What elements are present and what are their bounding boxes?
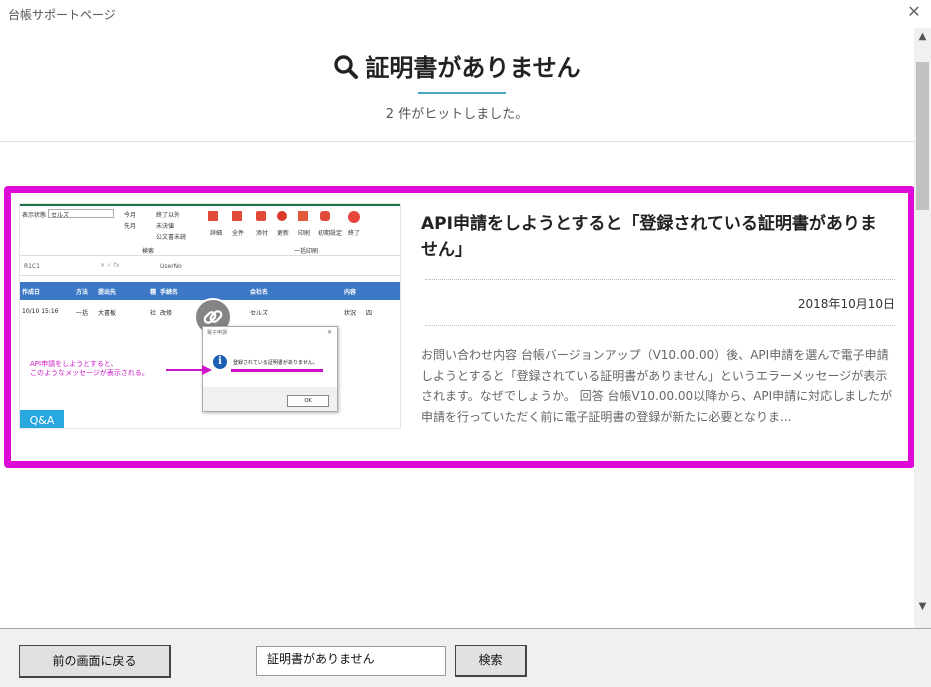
thumb-dialog: 電子申請 ✕ i 登録されている証明書がありません。 OK <box>202 326 338 412</box>
back-button[interactable]: 前の画面に戻る <box>19 645 171 678</box>
thumb-ribbon-icon <box>277 211 287 221</box>
thumb-ribbon-icon <box>208 211 218 221</box>
thumb-cell: 改修 <box>160 310 173 317</box>
search-heading: 証明書がありません <box>0 48 914 83</box>
thumb-col: 方法 <box>76 289 89 296</box>
thumb-ribbon-label-right: 一括印刷 <box>294 248 319 255</box>
thumb-cell: 一括 <box>76 310 89 317</box>
thumb-formula-bar: R1C1 ✕ ✓ fx UserNo <box>20 260 400 276</box>
thumb-display-value: セルズ <box>48 209 114 219</box>
thumb-ribbon-icon <box>320 211 330 221</box>
search-icon <box>334 55 359 79</box>
thumb-ribbon: 表示状態 セルズ 今月 先月 終了以外 未決値 公文書未読 検索 一括印刷 詳細… <box>20 204 400 256</box>
heading-underline <box>418 92 506 94</box>
arrow-icon <box>166 365 212 375</box>
thumb-col: 手続名 <box>160 289 179 296</box>
thumb-ribbon-btn: 印刷 <box>298 230 311 237</box>
thumb-dialog-ok: OK <box>287 395 329 407</box>
thumb-ribbon-g2-c: 公文書未読 <box>156 234 187 241</box>
search-input[interactable]: 証明書がありません <box>256 646 446 676</box>
thumb-display-state: 表示状態 <box>22 212 47 219</box>
thumb-annotation: API申請をしようとすると、 このようなメッセージが表示される。 <box>30 360 149 378</box>
result-excerpt: お問い合わせ内容 台帳バージョンアップ（V10.00.00）後、API申請を選ん… <box>421 348 893 424</box>
title-bar: 台帳サポートページ ✕ <box>0 0 931 28</box>
search-header: 証明書がありません 2 件がヒットしました。 <box>0 28 914 142</box>
thumb-annotation-line2: このようなメッセージが表示される。 <box>30 369 149 377</box>
scroll-down-icon[interactable]: ▼ <box>914 598 931 615</box>
thumb-col: 種 <box>150 289 157 296</box>
qa-badge: Q&A <box>20 410 64 428</box>
main-content: 証明書がありません 2 件がヒットしました。 表示状態 セルズ 今月 先月 終了… <box>0 28 914 628</box>
thumb-cell: セルズ <box>250 310 269 317</box>
hit-count: 2 件がヒットしました。 <box>385 107 529 122</box>
thumb-col: 内容 <box>344 289 357 296</box>
thumb-dialog-close-icon: ✕ <box>326 329 332 336</box>
thumb-ribbon-icon <box>232 211 242 221</box>
result-title[interactable]: API申請をしようとすると「登録されている証明書がありません」 <box>421 211 891 263</box>
thumb-ribbon-icon <box>256 211 266 221</box>
thumb-cell: 四 <box>366 310 373 317</box>
thumb-ribbon-btn: 更新 <box>277 230 290 237</box>
thumb-formula-value: UserNo <box>160 263 182 270</box>
app-window: 台帳サポートページ ✕ 証明書がありません 2 件がヒットしました。 表示状態 … <box>0 0 931 687</box>
search-button[interactable]: 検索 <box>455 645 527 677</box>
vertical-scrollbar[interactable]: ▲ ▼ <box>914 28 931 628</box>
thumb-dialog-message: 登録されている証明書がありません。 <box>233 360 318 366</box>
thumb-ribbon-btn: 初期設定 <box>318 230 343 237</box>
thumb-cell-ref: R1C1 <box>24 263 40 270</box>
thumb-ribbon-btn: 全件 <box>232 230 245 237</box>
thumb-ribbon-label-left: 検索 <box>142 248 155 255</box>
close-icon[interactable]: ✕ <box>905 3 923 21</box>
thumb-ribbon-icon <box>298 211 308 221</box>
scroll-up-icon[interactable]: ▲ <box>914 28 931 45</box>
search-heading-text: 証明書がありません <box>365 54 581 82</box>
result-date: 2018年10月10日 <box>797 297 895 311</box>
divider <box>425 325 895 326</box>
thumb-ribbon-g1-b: 先月 <box>124 223 137 230</box>
thumb-ribbon-btn: 終了 <box>348 230 361 237</box>
bottom-toolbar: 前の画面に戻る 証明書がありません 検索 <box>0 628 931 687</box>
thumb-cell: 大書板 <box>98 310 117 317</box>
thumb-ribbon-g2-b: 未決値 <box>156 223 175 230</box>
divider <box>425 279 895 280</box>
thumb-dialog-highlight <box>231 369 323 372</box>
thumb-ribbon-g2-a: 終了以外 <box>156 212 181 219</box>
thumb-annotation-line1: API申請をしようとすると、 <box>30 360 118 368</box>
result-card[interactable]: 表示状態 セルズ 今月 先月 終了以外 未決値 公文書未読 検索 一括印刷 詳細… <box>4 186 914 468</box>
thumb-ribbon-btn: 詳細 <box>210 230 223 237</box>
thumb-col: 会社名 <box>250 289 269 296</box>
thumb-ribbon-icon <box>348 211 360 223</box>
thumb-cell: 状況 <box>344 310 357 317</box>
window-title: 台帳サポートページ <box>8 8 116 22</box>
thumb-dialog-title: 電子申請 <box>207 330 228 336</box>
thumb-ribbon-btn: 添付 <box>256 230 269 237</box>
thumb-col: 提出先 <box>98 289 117 296</box>
result-thumbnail[interactable]: 表示状態 セルズ 今月 先月 終了以外 未決値 公文書未読 検索 一括印刷 詳細… <box>19 203 401 429</box>
thumb-cell: 10/10 15:16 <box>22 308 59 315</box>
thumb-col: 作成日 <box>22 289 41 296</box>
scroll-thumb[interactable] <box>916 62 929 210</box>
info-icon: i <box>213 355 227 369</box>
thumb-ribbon-g1-a: 今月 <box>124 212 137 219</box>
thumb-cell: 社 <box>150 310 157 317</box>
